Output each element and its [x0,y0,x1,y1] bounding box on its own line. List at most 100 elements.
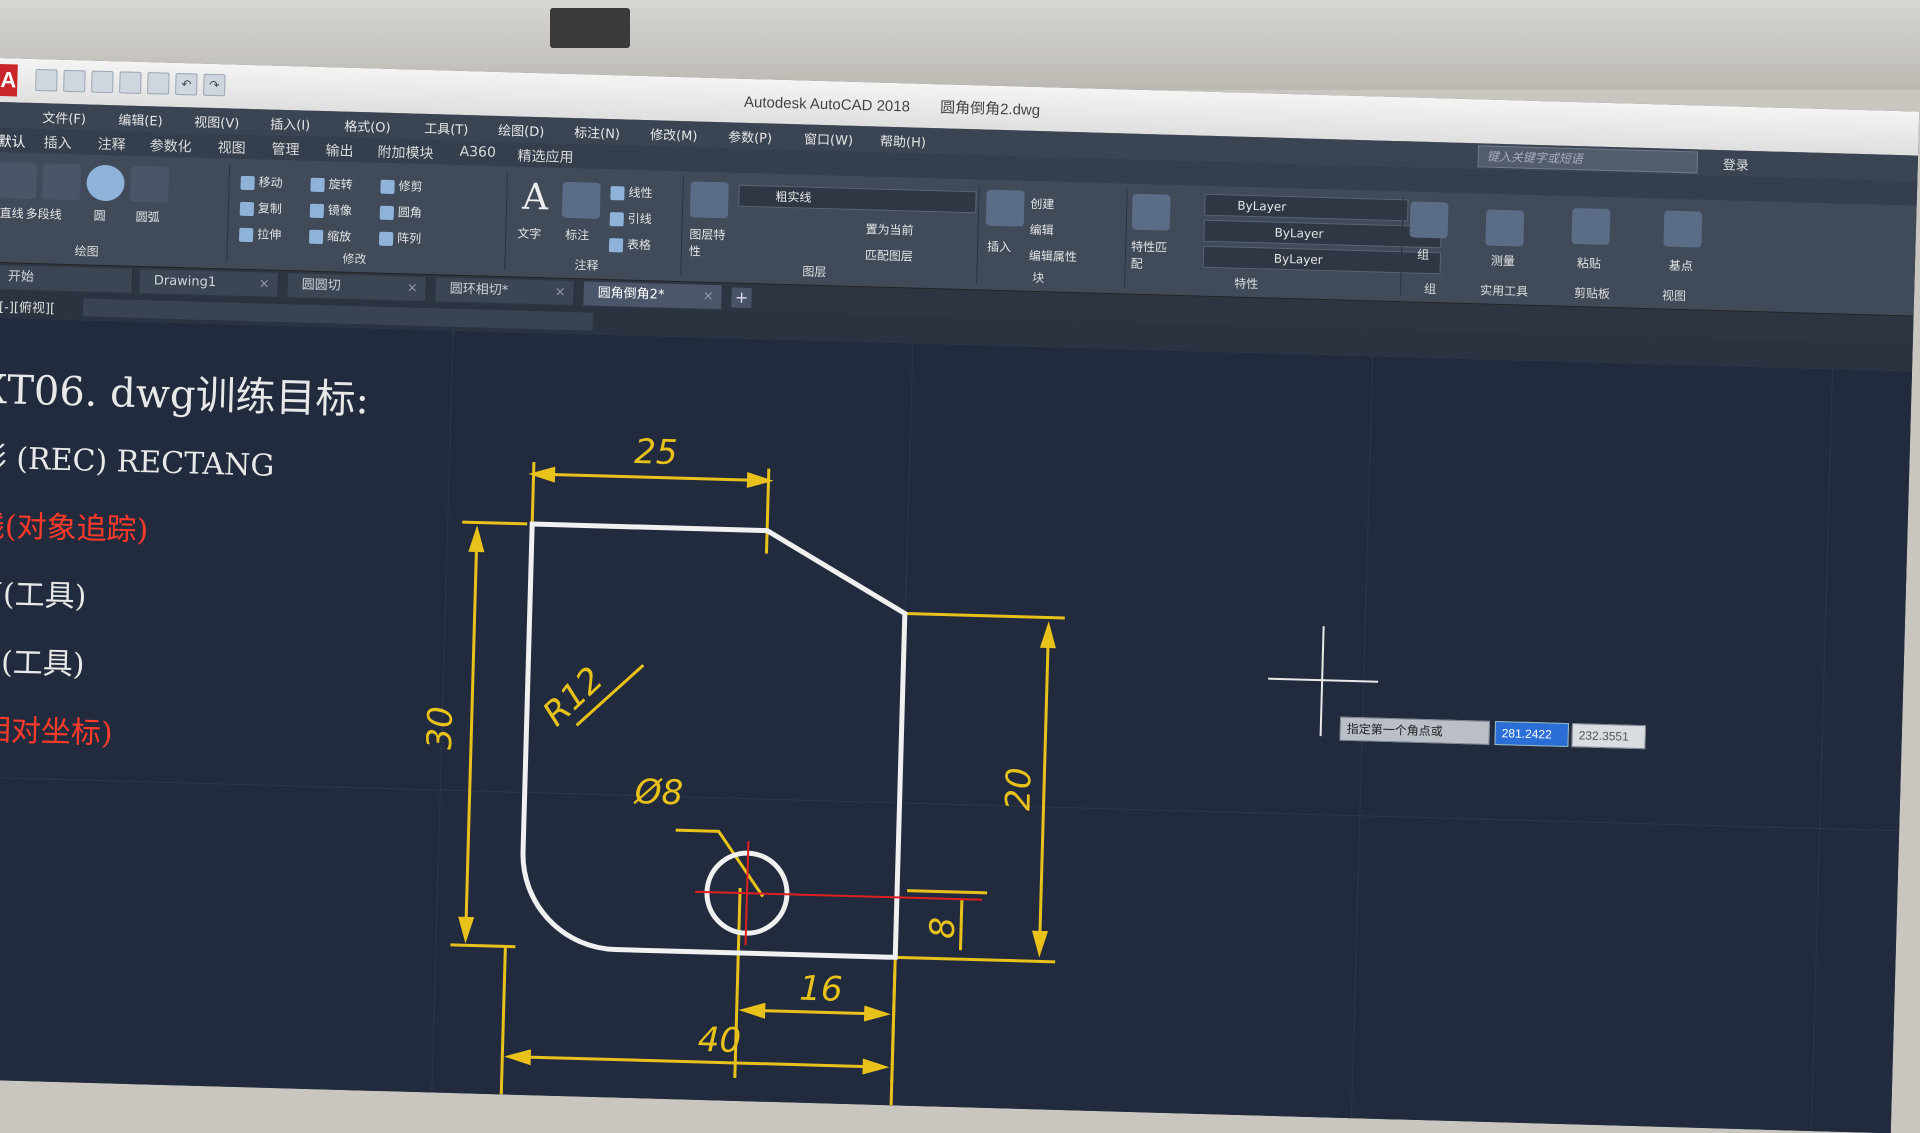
paste-icon[interactable] [1571,207,1611,246]
menu-window[interactable]: 窗口(W) [804,128,854,148]
layer-properties-icon[interactable] [689,181,729,219]
menu-draw[interactable]: 绘图(D) [498,120,545,140]
lineweight-dropdown[interactable]: ByLayer [1202,245,1442,275]
edit-block-button[interactable]: 编辑 [1029,221,1053,239]
menu-modify[interactable]: 修改(M) [650,124,698,144]
menu-tools[interactable]: 工具(T) [424,118,469,138]
line-label[interactable]: 直线 [0,204,24,222]
modify-group-label[interactable]: 修改 [342,250,366,268]
annotation-group-label[interactable]: 注释 [574,256,598,274]
file-tab-circle-tangent[interactable]: 圆圆切 × [287,273,428,301]
file-tab-ring-tangent[interactable]: 圆环相切* × [435,277,575,306]
rotate-button[interactable]: 旋转 [310,175,353,193]
menu-insert[interactable]: 插入(I) [270,114,310,134]
properties-group-label[interactable]: 特性 [1234,275,1258,293]
tab-parametric[interactable]: 参数化 [149,135,192,156]
undo-icon[interactable]: ↶ [175,72,198,96]
match-properties-icon[interactable] [1131,193,1171,231]
fillet-button[interactable]: 圆角 [379,203,422,221]
utilities-group-label[interactable]: 实用工具 [1480,281,1528,299]
scale-button[interactable]: 缩放 [308,227,351,245]
viewport-controls[interactable]: [-][俯视][ [0,296,55,317]
clipboard-group-label[interactable]: 剪贴板 [1574,284,1610,302]
polyline-tool-icon[interactable] [42,163,82,201]
polyline-label[interactable]: 多段线 [25,205,61,223]
file-tab-fillet-chamfer[interactable]: 圆角倒角2* × [583,281,723,310]
dimension-tool-icon[interactable] [561,181,601,219]
save-icon[interactable] [91,70,114,94]
color-dropdown[interactable]: ByLayer [1204,193,1409,222]
circle-tool-icon[interactable] [86,164,126,202]
new-file-icon[interactable] [35,69,58,92]
redo-icon[interactable]: ↷ [203,73,226,97]
close-icon[interactable]: × [406,276,418,300]
text-label[interactable]: 文字 [517,225,541,243]
draw-group-label[interactable]: 绘图 [74,242,98,260]
tab-output[interactable]: 输出 [325,140,354,161]
new-tab-button[interactable]: + [731,287,752,309]
tab-featured-apps[interactable]: 精选应用 [517,145,574,167]
measure-icon[interactable] [1485,209,1525,247]
drawing-canvas[interactable]: XT06. dwg训练目标: 形 (REC) RECTANG 线(对象追踪) 剪… [0,316,1913,1133]
print-icon[interactable] [147,72,170,95]
arc-label[interactable]: 圆弧 [135,208,159,226]
stretch-button[interactable]: 拉伸 [238,225,281,243]
y-coordinate-input[interactable]: 232.3551 [1571,723,1647,750]
trim-button[interactable]: 修剪 [380,177,423,195]
table-button[interactable]: 表格 [608,235,651,253]
close-icon[interactable]: × [554,281,566,305]
group-label[interactable]: 组 [1417,246,1429,263]
text-tool-icon[interactable]: A [516,176,555,219]
login-link[interactable]: 登录 [1722,154,1749,174]
line-tool-icon[interactable] [0,162,38,200]
groups-group-label[interactable]: 组 [1424,280,1436,297]
arc-tool-icon[interactable] [130,165,170,203]
set-current-button[interactable]: 置为当前 [865,220,913,238]
measure-label[interactable]: 测量 [1491,252,1515,270]
menu-edit[interactable]: 编辑(E) [118,109,163,129]
x-coordinate-input[interactable]: 281.2422 [1494,721,1570,748]
linear-button[interactable]: 线性 [610,183,653,201]
circle-label[interactable]: 圆 [93,207,105,224]
autocad-logo-icon[interactable]: A [0,63,18,97]
close-icon[interactable]: × [259,272,271,296]
create-block-button[interactable]: 创建 [1030,195,1054,213]
search-input[interactable]: 键入关键字或短语 [1477,145,1699,174]
menu-view[interactable]: 视图(V) [194,111,240,131]
menu-format[interactable]: 格式(O) [344,116,391,136]
array-button[interactable]: 阵列 [378,229,421,247]
tab-insert[interactable]: 插入 [43,132,72,153]
linetype-dropdown[interactable]: ByLayer [1203,219,1442,249]
leader-button[interactable]: 引线 [609,209,652,227]
base-point-icon[interactable] [1663,210,1703,248]
menu-file[interactable]: 文件(F) [42,107,86,127]
tab-annotate[interactable]: 注释 [97,134,126,155]
edit-attributes-button[interactable]: 编辑属性 [1029,247,1077,265]
menu-help[interactable]: 帮助(H) [880,131,926,151]
layer-dropdown[interactable]: 粗实线 [738,184,977,214]
paste-label[interactable]: 粘贴 [1577,254,1601,272]
insert-block-label[interactable]: 插入 [987,238,1011,256]
file-tab-drawing1[interactable]: Drawing1 × [139,268,280,297]
tab-addins[interactable]: 附加模块 [377,142,434,164]
layers-group-label[interactable]: 图层 [802,262,826,280]
tab-view[interactable]: 视图 [217,137,246,158]
view-group-label[interactable]: 视图 [1662,287,1686,305]
close-icon[interactable]: × [702,285,714,309]
tab-a360[interactable]: A360 [459,144,496,161]
layer-properties-label[interactable]: 图层特性 [689,225,730,260]
copy-button[interactable]: 复制 [239,199,282,217]
move-button[interactable]: 移动 [240,173,283,191]
dimension-label[interactable]: 标注 [565,226,589,244]
tab-manage[interactable]: 管理 [271,139,300,160]
match-properties-label[interactable]: 特性匹配 [1130,238,1171,273]
block-group-label[interactable]: 块 [1032,269,1044,286]
mirror-button[interactable]: 镜像 [309,201,352,219]
save-as-icon[interactable] [119,71,142,94]
base-point-label[interactable]: 基点 [1669,257,1693,275]
tab-default[interactable]: 默认 [0,131,26,152]
file-tab-start[interactable]: 开始 [0,264,134,293]
group-icon[interactable] [1409,201,1449,239]
menu-parametric[interactable]: 参数(P) [728,126,772,146]
open-file-icon[interactable] [63,69,86,93]
